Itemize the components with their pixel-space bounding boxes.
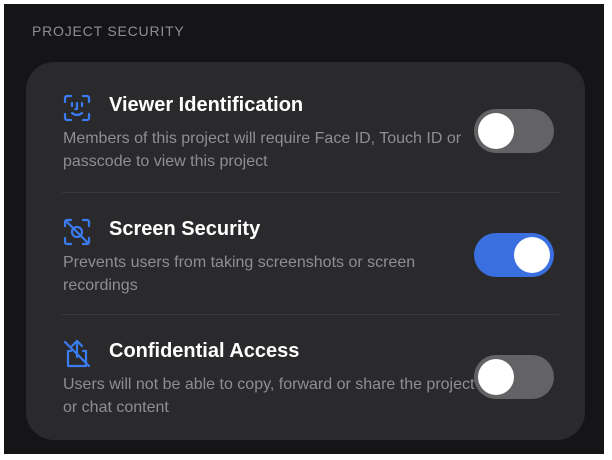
- setting-title: Screen Security: [109, 218, 261, 240]
- toggle-knob: [478, 359, 514, 395]
- setting-title: Viewer Identification: [109, 94, 304, 116]
- toggle-knob: [514, 237, 550, 273]
- settings-screen: PROJECT SECURITY Viewer Identification M…: [4, 4, 604, 454]
- section-header: PROJECT SECURITY: [32, 23, 185, 39]
- confidential-access-toggle[interactable]: [474, 355, 554, 399]
- face-id-icon: [61, 92, 93, 124]
- setting-title: Confidential Access: [109, 340, 300, 362]
- screen-security-toggle[interactable]: [474, 233, 554, 277]
- screen-security-icon: [61, 216, 93, 248]
- setting-row-screen-security: Screen Security Prevents users from taki…: [26, 186, 585, 309]
- setting-description: Users will not be able to copy, forward …: [63, 376, 475, 416]
- toggle-knob: [478, 113, 514, 149]
- security-settings-card: Viewer Identification Members of this pr…: [26, 62, 585, 440]
- confidential-share-off-icon: [61, 338, 93, 370]
- setting-description: Members of this project will require Fac…: [63, 130, 462, 170]
- setting-row-confidential-access: Confidential Access Users will not be ab…: [26, 308, 585, 431]
- setting-row-viewer-identification: Viewer Identification Members of this pr…: [26, 62, 585, 185]
- viewer-identification-toggle[interactable]: [474, 109, 554, 153]
- setting-description: Prevents users from taking screenshots o…: [63, 254, 416, 294]
